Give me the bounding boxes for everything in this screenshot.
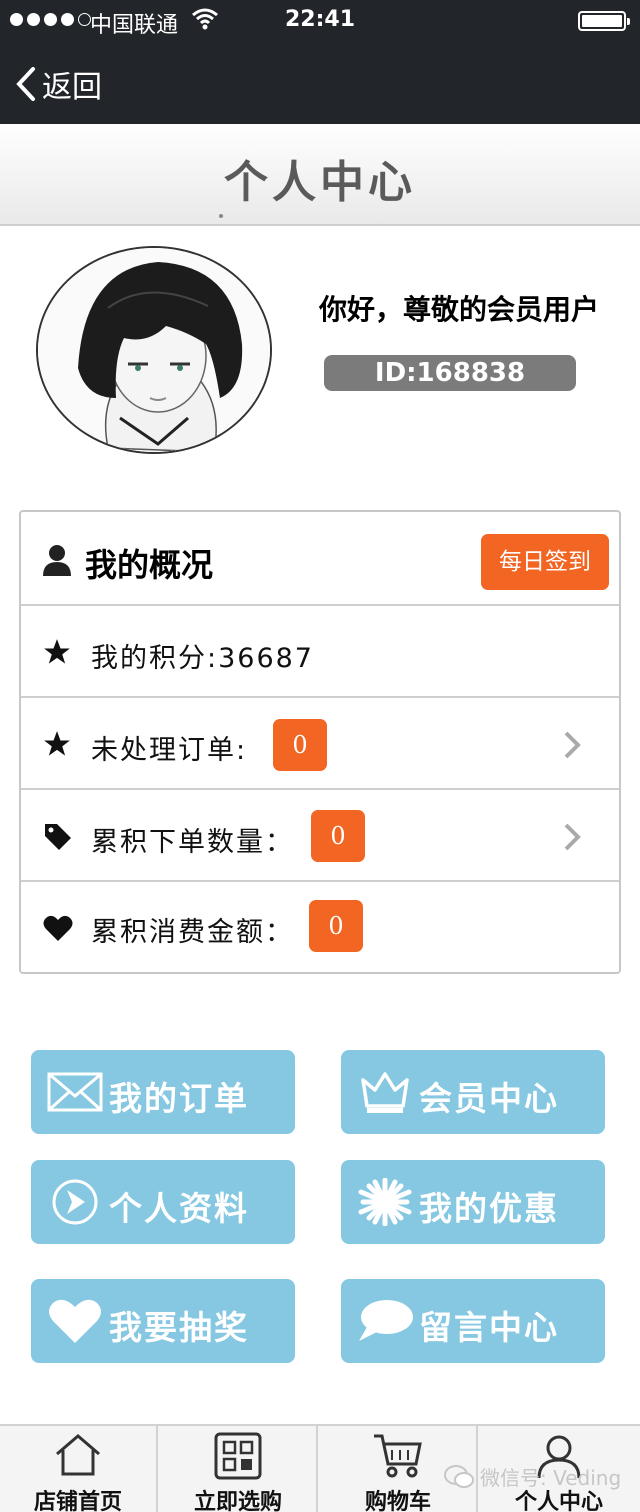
home-icon <box>56 1434 100 1476</box>
user-id-badge: ID:168838 <box>324 355 576 391</box>
my-discounts-button[interactable]: 我的优惠 <box>341 1160 605 1244</box>
list-item-total-orders[interactable]: 累积下单数量： 0 <box>21 790 619 882</box>
tab-shop-now[interactable]: 立即选购 <box>160 1426 318 1512</box>
overview-header: 我的概况 每日签到 <box>21 512 619 606</box>
message-center-label: 留言中心 <box>419 1308 559 1347</box>
total-spending-label: 累积消费金额： <box>91 917 294 948</box>
grid-icon <box>214 1432 262 1480</box>
status-bar: 中国联通 22:41 <box>0 0 640 40</box>
points-label: 我的积分:36687 <box>91 643 314 674</box>
greeting-text: 你好，尊敬的会员用户 <box>318 293 599 326</box>
speech-bubble-icon <box>359 1300 413 1341</box>
title-bar: 个人中心 <box>0 124 640 226</box>
tab-store-home[interactable]: 店铺首页 <box>0 1426 158 1512</box>
tag-icon <box>45 824 71 850</box>
back-button[interactable]: 返回 <box>16 62 102 106</box>
star-icon <box>44 731 70 756</box>
my-discounts-label: 我的优惠 <box>419 1189 559 1228</box>
divider-dot <box>219 214 223 218</box>
nav-bar: 返回 <box>0 40 640 124</box>
tab-label: 店铺首页 <box>33 1490 122 1512</box>
crown-icon <box>361 1072 409 1113</box>
pending-orders-count: 0 <box>273 719 327 771</box>
heart-icon <box>43 915 73 941</box>
lottery-label: 我要抽奖 <box>109 1308 249 1347</box>
star-icon <box>44 639 70 664</box>
cart-icon <box>374 1434 422 1478</box>
my-orders-label: 我的订单 <box>109 1079 249 1118</box>
overview-card: 我的概况 每日签到 我的积分:36687 未处理订单: 0 累积下单数量： 0 <box>19 510 621 974</box>
my-orders-button[interactable]: 我的订单 <box>31 1050 295 1134</box>
total-orders-count: 0 <box>311 810 365 862</box>
wechat-icon <box>444 1464 474 1488</box>
heart-icon <box>49 1299 101 1343</box>
lottery-button[interactable]: 我要抽奖 <box>31 1279 295 1363</box>
profile-info-button[interactable]: 个人资料 <box>31 1160 295 1244</box>
watermark-text: 微信号: Veding <box>480 1466 622 1490</box>
envelope-icon <box>47 1072 103 1112</box>
total-spending-amount: 0 <box>309 900 363 952</box>
overview-title: 我的概况 <box>85 546 214 584</box>
arrow-circle-icon <box>52 1179 98 1225</box>
member-center-button[interactable]: 会员中心 <box>341 1050 605 1134</box>
status-time: 22:41 <box>284 7 356 32</box>
tab-label: 立即选购 <box>193 1490 282 1512</box>
pending-orders-label: 未处理订单: <box>91 735 248 766</box>
list-item-pending-orders[interactable]: 未处理订单: 0 <box>21 698 619 790</box>
chevron-left-icon <box>16 67 35 101</box>
asterisk-icon <box>358 1178 412 1226</box>
avatar <box>36 246 272 454</box>
chevron-right-icon <box>564 731 581 759</box>
member-center-label: 会员中心 <box>419 1079 559 1118</box>
battery-icon <box>578 11 630 31</box>
daily-checkin-button[interactable]: 每日签到 <box>481 534 609 590</box>
list-item-points: 我的积分:36687 <box>21 606 619 698</box>
user-icon <box>43 545 71 576</box>
chevron-right-icon <box>564 823 581 851</box>
page-title: 个人中心 <box>224 157 416 208</box>
watermark: 微信号: Veding <box>444 1462 621 1491</box>
list-item-total-spending: 累积消费金额： 0 <box>21 882 619 972</box>
message-center-button[interactable]: 留言中心 <box>341 1279 605 1363</box>
profile-info-label: 个人资料 <box>109 1189 249 1228</box>
back-label: 返回 <box>42 70 102 105</box>
total-orders-label: 累积下单数量： <box>91 827 294 858</box>
